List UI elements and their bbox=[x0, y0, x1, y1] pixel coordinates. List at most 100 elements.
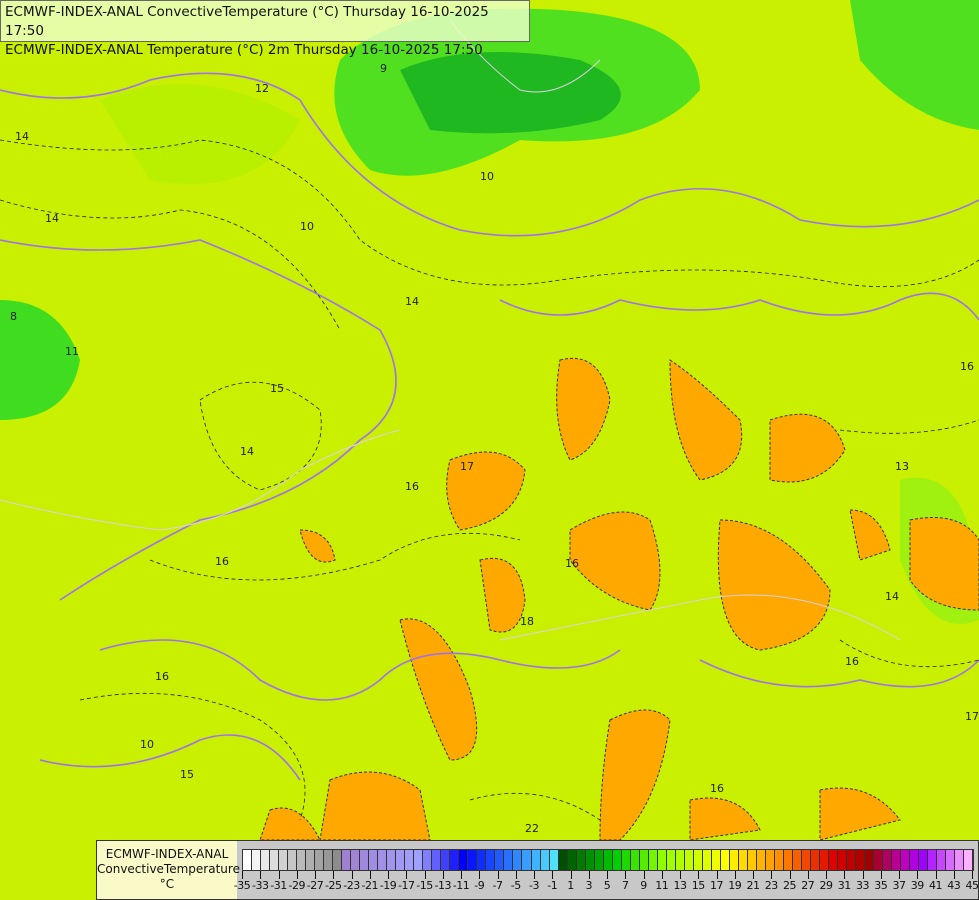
legend-swatch bbox=[297, 850, 307, 870]
legend-swatch bbox=[567, 850, 577, 870]
contour-label: 14 bbox=[240, 445, 254, 458]
legend-tick bbox=[716, 871, 718, 879]
color-legend: ECMWF-INDEX-ANAL ConvectiveTemperature °… bbox=[96, 840, 979, 900]
legend-tick-label: 29 bbox=[819, 879, 834, 892]
contour-label: 10 bbox=[480, 170, 494, 183]
legend-swatch bbox=[288, 850, 298, 870]
legend-swatch bbox=[738, 850, 748, 870]
legend-swatch bbox=[360, 850, 370, 870]
legend-tick bbox=[388, 871, 389, 879]
legend-tick bbox=[661, 871, 663, 879]
legend-tick bbox=[442, 871, 444, 879]
legend-tick bbox=[333, 871, 335, 879]
legend-tick-label: 13 bbox=[673, 879, 688, 892]
legend-swatch bbox=[865, 850, 875, 870]
legend-swatch bbox=[729, 850, 739, 870]
legend-swatch bbox=[378, 850, 388, 870]
contour-label: 10 bbox=[300, 220, 314, 233]
legend-tick-label: -7 bbox=[492, 879, 503, 892]
legend-tick bbox=[515, 871, 517, 879]
legend-tick-label: 9 bbox=[640, 879, 647, 892]
legend-tick-label: 15 bbox=[691, 879, 706, 892]
legend-swatch bbox=[901, 850, 911, 870]
legend-swatch bbox=[585, 850, 595, 870]
contour-label: 14 bbox=[405, 295, 419, 308]
legend-swatch bbox=[847, 850, 857, 870]
legend-tick bbox=[753, 871, 754, 879]
title-line-convective: ECMWF-INDEX-ANAL ConvectiveTemperature (… bbox=[5, 4, 489, 39]
legend-swatch bbox=[504, 850, 514, 870]
legend-tick bbox=[242, 871, 243, 879]
legend-tick-label: -9 bbox=[474, 879, 485, 892]
legend-tick-label: -29 bbox=[288, 879, 306, 892]
legend-swatch bbox=[603, 850, 613, 870]
legend-swatch bbox=[747, 850, 757, 870]
legend-swatch bbox=[369, 850, 379, 870]
legend-swatch bbox=[693, 850, 703, 870]
contour-label: 14 bbox=[45, 212, 59, 225]
legend-swatch bbox=[324, 850, 334, 870]
legend-swatch bbox=[648, 850, 658, 870]
legend-swatch bbox=[342, 850, 352, 870]
legend-swatch bbox=[630, 850, 640, 870]
legend-tick bbox=[570, 871, 572, 879]
legend-swatch bbox=[531, 850, 541, 870]
legend-tick-label: -31 bbox=[270, 879, 287, 892]
legend-swatch bbox=[522, 850, 532, 870]
legend-tick-label: -15 bbox=[416, 879, 433, 892]
legend-tick bbox=[862, 871, 864, 879]
legend-swatch bbox=[657, 850, 667, 870]
legend-tick bbox=[260, 871, 262, 879]
legend-label: ECMWF-INDEX-ANAL ConvectiveTemperature °… bbox=[97, 841, 240, 899]
legend-tick bbox=[552, 871, 554, 879]
legend-swatch bbox=[432, 850, 442, 870]
legend-tick-label: -3 bbox=[529, 879, 539, 892]
contour-label: 14 bbox=[15, 130, 29, 143]
weather-map: 1214141491010811161514161615171618161314… bbox=[0, 0, 979, 900]
legend-tick bbox=[296, 871, 298, 879]
legend-tick bbox=[497, 871, 499, 879]
legend-swatch bbox=[838, 850, 848, 870]
contour-label: 15 bbox=[180, 768, 194, 781]
contour-label: 16 bbox=[405, 480, 419, 493]
legend-swatch bbox=[801, 850, 811, 870]
legend-swatch bbox=[549, 850, 559, 870]
legend-tick-label: 11 bbox=[655, 879, 669, 892]
legend-tick bbox=[534, 871, 535, 879]
legend-tick bbox=[844, 871, 846, 879]
legend-tick bbox=[315, 871, 316, 879]
legend-swatch bbox=[351, 850, 361, 870]
legend-swatch bbox=[414, 850, 424, 870]
legend-tick-label: 43 bbox=[947, 879, 961, 892]
legend-swatch bbox=[820, 850, 830, 870]
legend-tick bbox=[917, 871, 919, 879]
legend-tick bbox=[734, 871, 736, 879]
legend-tick bbox=[771, 871, 773, 879]
legend-color-bar bbox=[242, 849, 974, 871]
legend-swatch bbox=[702, 850, 712, 870]
legend-tick-label: 37 bbox=[892, 879, 907, 892]
legend-tick-label: -17 bbox=[398, 879, 415, 892]
legend-tick bbox=[351, 871, 353, 879]
legend-tick bbox=[607, 871, 608, 879]
legend-swatch bbox=[270, 850, 280, 870]
legend-tick-label: -11 bbox=[452, 879, 470, 892]
legend-swatch bbox=[955, 850, 965, 870]
contour-label: 17 bbox=[460, 460, 474, 473]
legend-tick bbox=[807, 871, 809, 879]
legend-swatch bbox=[711, 850, 721, 870]
legend-swatch bbox=[937, 850, 947, 870]
legend-swatch bbox=[774, 850, 784, 870]
legend-tick bbox=[461, 871, 462, 879]
legend-tick-label: -27 bbox=[306, 879, 324, 892]
legend-swatch bbox=[576, 850, 586, 870]
contour-label: 17 bbox=[965, 710, 979, 723]
legend-tick bbox=[972, 871, 973, 879]
legend-tick bbox=[826, 871, 827, 879]
legend-swatch bbox=[964, 850, 974, 870]
legend-swatch bbox=[783, 850, 793, 870]
legend-swatch bbox=[856, 850, 866, 870]
contour-label: 13 bbox=[895, 460, 909, 473]
legend-swatch bbox=[279, 850, 289, 870]
legend-swatch bbox=[621, 850, 631, 870]
